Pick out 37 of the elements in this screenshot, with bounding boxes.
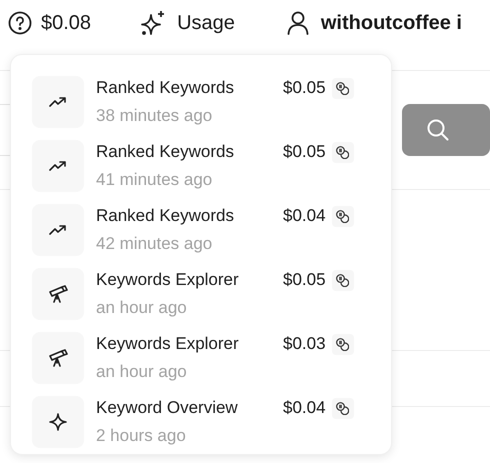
cost-amount: $0.05 [283,77,326,99]
coins-icon [336,146,350,159]
tool-name: Ranked Keywords [96,77,235,99]
sparkle-icon [49,413,67,431]
trend-icon [49,160,67,172]
tool-name: Keywords Explorer [96,269,240,291]
help-icon[interactable] [8,11,32,35]
telescope-icon [48,284,68,304]
telescope-icon [48,348,68,368]
time-ago: 42 minutes ago [96,233,214,255]
coins-icon [336,82,350,95]
cost-amount: $0.03 [283,333,326,355]
cost-amount: $0.04 [283,205,326,227]
user-icon[interactable] [286,11,309,35]
time-ago: 38 minutes ago [96,105,214,127]
tool-name: Ranked Keywords [96,141,235,163]
coins-icon [336,402,350,415]
time-ago: 41 minutes ago [96,169,214,191]
tool-name: Keywords Explorer [96,333,240,355]
coins-icon [336,274,350,287]
tool-name: Ranked Keywords [96,205,235,227]
cost-amount: $0.05 [283,269,326,291]
time-ago: 2 hours ago [96,425,187,447]
balance-amount: $0.08 [41,12,92,34]
usage-link[interactable]: Usage [177,12,235,34]
time-ago: an hour ago [96,297,188,319]
search-button[interactable] [402,104,490,156]
account-name[interactable]: withoutcoffee i [320,12,462,34]
tool-name: Keyword Overview [96,397,239,419]
coins-icon [336,210,350,223]
coins-icon [336,338,350,351]
search-icon [426,119,449,141]
time-ago: an hour ago [96,361,188,383]
trend-icon [49,224,67,236]
cost-amount: $0.04 [283,397,326,419]
trend-icon [49,96,67,108]
cost-amount: $0.05 [283,141,326,163]
